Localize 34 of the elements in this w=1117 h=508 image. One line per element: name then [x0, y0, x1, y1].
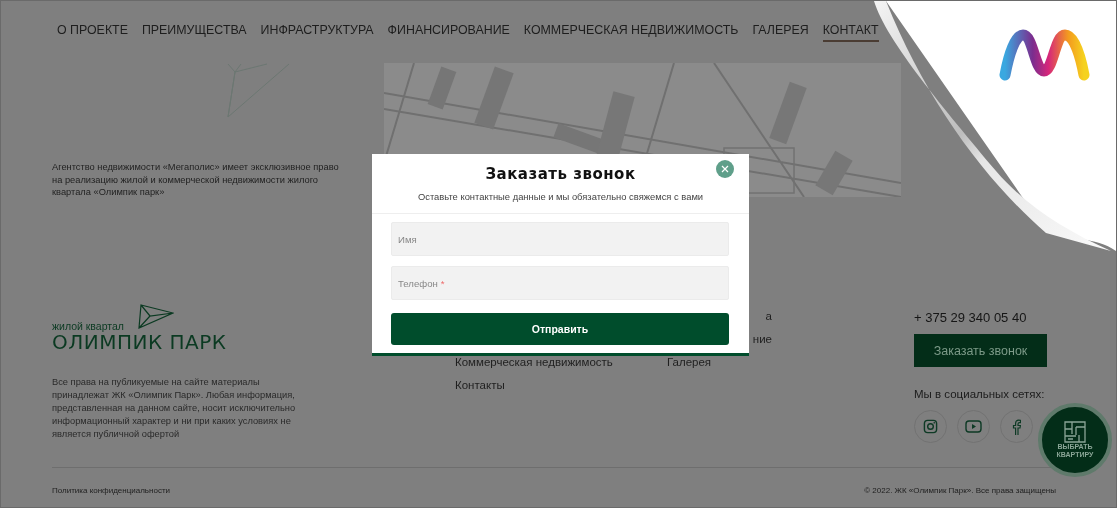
- facebook-icon: [1012, 418, 1021, 435]
- footer-link[interactable]: Контакты: [455, 377, 505, 393]
- copyright-text: © 2022. ЖК «Олимпик Парк». Все права защищены: [864, 486, 1056, 495]
- nav-link[interactable]: ФИНАНСИРОВАНИЕ: [387, 23, 510, 42]
- paper-plane-icon: [138, 304, 174, 329]
- input-field[interactable]: Телефон *: [391, 266, 729, 300]
- close-button[interactable]: [716, 160, 734, 178]
- nav-link[interactable]: О ПРОЕКТЕ: [57, 23, 128, 42]
- about-text: Агентство недвижимости «Мегаполис» имеет эксклюзивное право на реализацию жилой и коммерческой недвижимости жилого квартала «Олимпик парк»: [52, 161, 340, 199]
- nav-link[interactable]: КОНТАКТ: [822, 23, 879, 42]
- dialog-title: Заказать звонок: [485, 165, 636, 183]
- social-heading: Мы в социальных сетях:: [914, 388, 1046, 400]
- nav-link[interactable]: ГАЛЕРЕЯ: [752, 23, 809, 42]
- logo-icon: [997, 29, 1092, 81]
- footer-link[interactable]: а: [765, 308, 772, 324]
- close-icon: [721, 165, 729, 173]
- privacy-link[interactable]: Политика конфиденциальности: [52, 486, 171, 495]
- play-icon: [965, 420, 982, 433]
- footer-link[interactable]: Коммерческая недвижимость: [455, 354, 613, 370]
- call-back-button[interactable]: Заказать звонок: [914, 334, 1047, 367]
- instagram-icon: [923, 419, 938, 434]
- logo-tagline: жилой квартал: [52, 320, 125, 332]
- phone-number: + 375 29 340 05 40: [914, 310, 1028, 325]
- nav-link[interactable]: ПРЕИМУЩЕСТВА: [141, 23, 247, 42]
- nav-link[interactable]: ИНФРАСТРУКТУРА: [260, 23, 374, 42]
- nav-link[interactable]: КОММЕРЧЕСКАЯ НЕДВИЖИМОСТЬ: [523, 23, 739, 42]
- logo-name: ОЛИМПИК ПАРК: [52, 332, 228, 352]
- footer-link[interactable]: Галерея: [667, 354, 712, 370]
- input-field[interactable]: Имя: [391, 222, 729, 256]
- submit-button[interactable]: Отправить: [391, 313, 729, 345]
- floor-plan-icon: [1064, 421, 1086, 443]
- footer-link[interactable]: ние: [752, 331, 772, 347]
- disclaimer-text: Все права на публикуемые на сайте материалы принадлежат ЖК «Олимпик Парк». Любая информация, представленная на данном сайте, носит исключительно информационный характер и ни при каких условиях не является публичной офертой: [52, 376, 297, 441]
- dialog-subtitle: Оставьте контактные данные и мы обязательно свяжемся с вами: [417, 191, 704, 202]
